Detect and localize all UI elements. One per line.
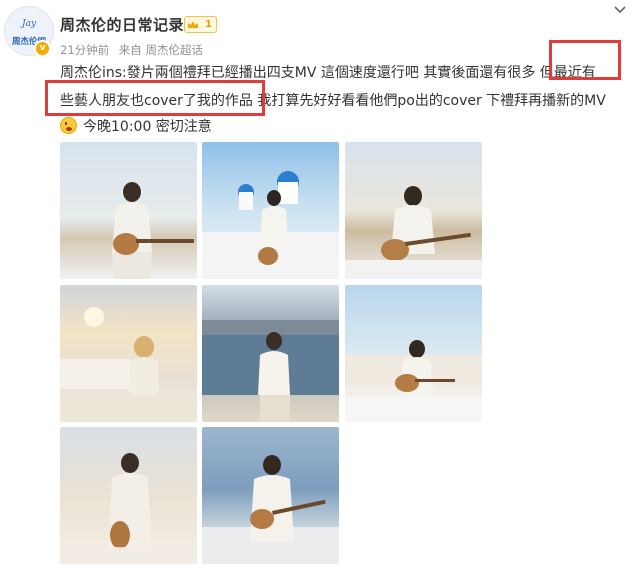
- emoji-icon: [60, 117, 77, 134]
- photo-3[interactable]: [345, 142, 482, 279]
- crown-icon: [185, 17, 201, 32]
- verified-icon: v: [34, 40, 51, 57]
- photo-7[interactable]: [60, 427, 197, 564]
- post-text-line-3-text: 今晚10:00 密切注意: [83, 119, 212, 135]
- highlight-box-2: [45, 80, 265, 116]
- photo-5[interactable]: [202, 285, 339, 422]
- chevron-down-icon[interactable]: [614, 5, 626, 15]
- post-text-line-3: 今晚10:00 密切注意: [60, 114, 212, 140]
- level-badge[interactable]: 1: [184, 16, 217, 33]
- photo-8[interactable]: [202, 427, 339, 564]
- photo-4[interactable]: [60, 285, 197, 422]
- level-number: 1: [205, 19, 212, 30]
- author-name[interactable]: 周杰伦的日常记录: [60, 14, 184, 35]
- post-source[interactable]: 来自 周杰伦超话: [119, 43, 203, 57]
- photo-6[interactable]: [345, 285, 482, 422]
- post-time: 21分钟前: [60, 43, 110, 57]
- photo-2[interactable]: [202, 142, 339, 279]
- avatar-logo-text-top: Jay: [21, 19, 37, 29]
- highlight-box-1: [549, 40, 621, 80]
- photo-1[interactable]: [60, 142, 197, 279]
- post-meta: 21分钟前 来自 周杰伦超话: [60, 42, 209, 58]
